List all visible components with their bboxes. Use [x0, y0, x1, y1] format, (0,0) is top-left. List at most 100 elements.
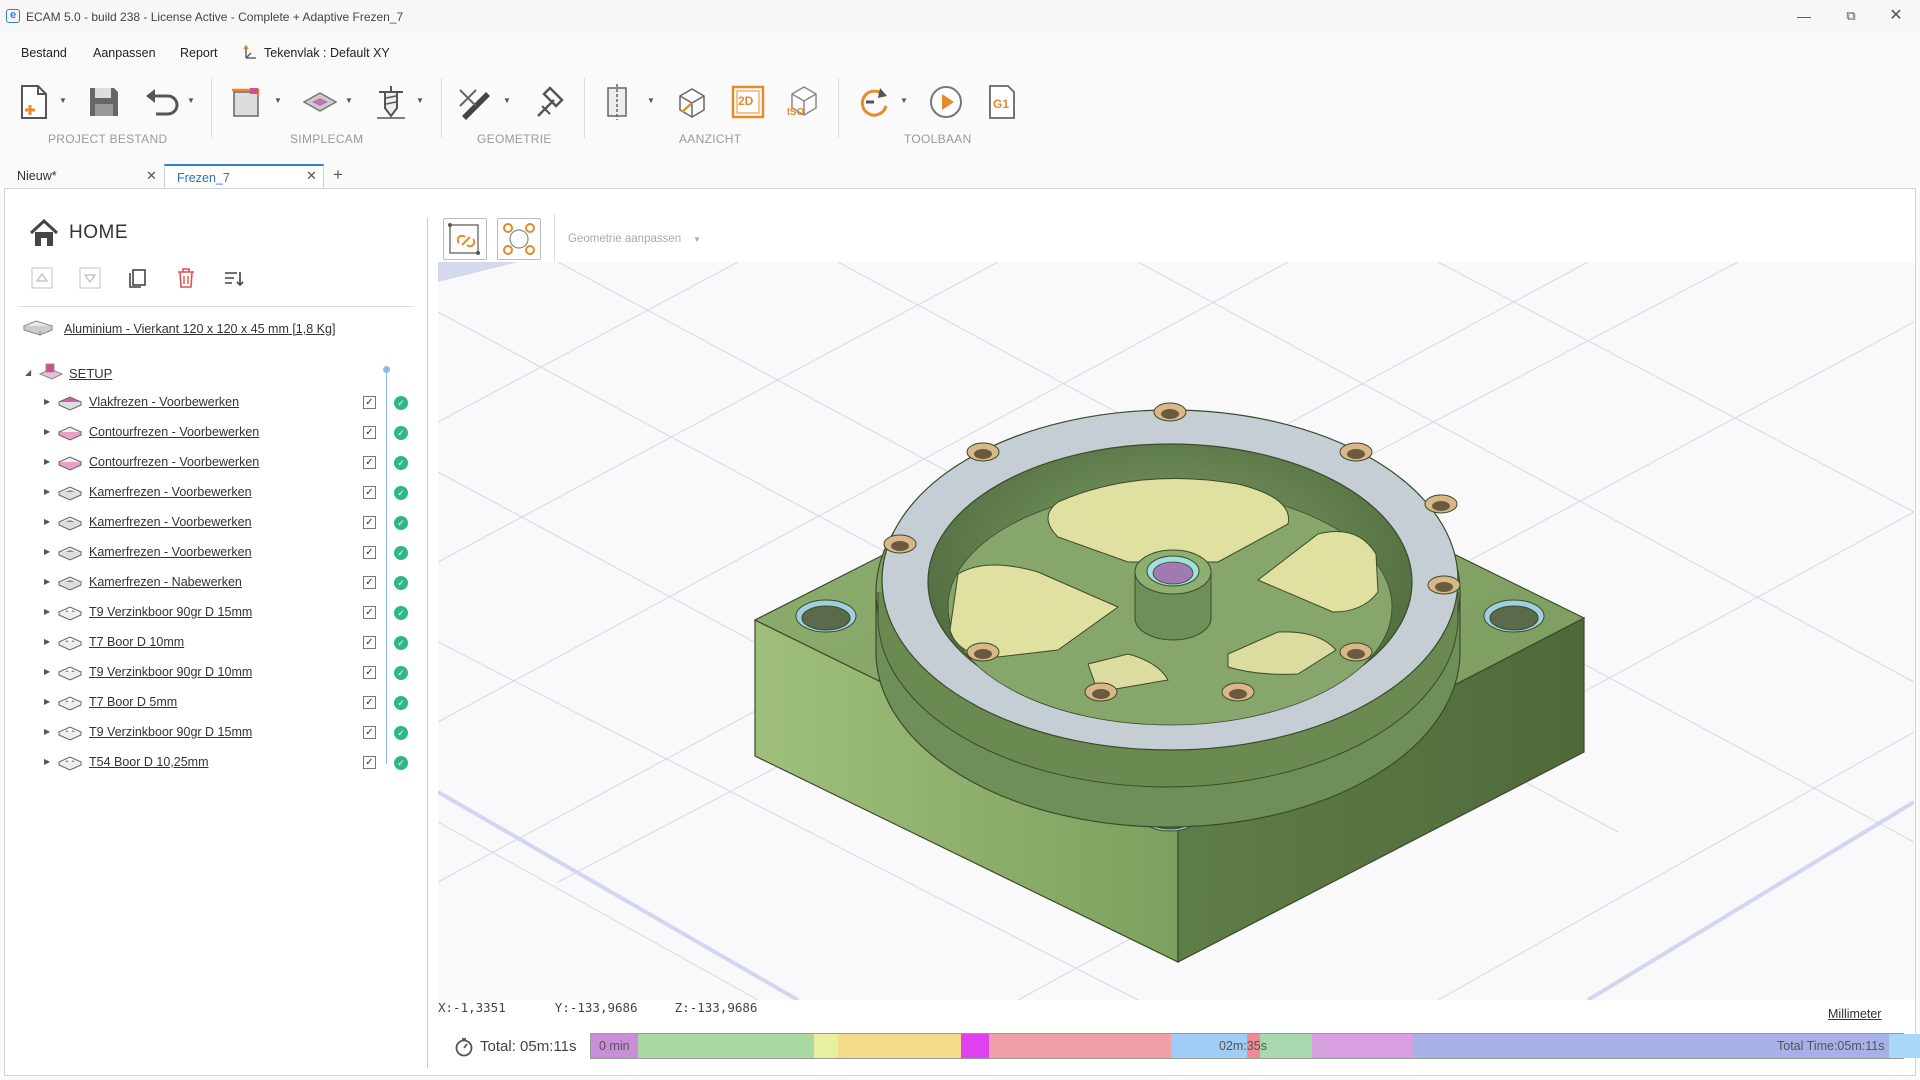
operation-label[interactable]: T54 Boor D 10,25mm: [89, 755, 209, 769]
operation-label[interactable]: Kamerfrezen - Voorbewerken: [89, 515, 252, 529]
tab-frezen-close-icon[interactable]: ✕: [306, 168, 317, 184]
move-up-icon[interactable]: [30, 266, 54, 290]
geometry-edit-dropdown[interactable]: Geometrie aanpassen: [568, 233, 681, 245]
expand-icon[interactable]: ▶: [44, 427, 50, 436]
operation-row[interactable]: ▶ Kamerfrezen - Voorbewerken ✓ ✓: [40, 541, 420, 565]
minimize-icon[interactable]: —: [1784, 6, 1824, 26]
menu-aanpassen[interactable]: Aanpassen: [93, 46, 156, 60]
timeline-segment[interactable]: [838, 1034, 961, 1058]
operation-enabled-checkbox[interactable]: ✓: [363, 546, 376, 559]
save-icon[interactable]: [84, 82, 124, 122]
timeline-segment[interactable]: [638, 1034, 814, 1058]
home-icon[interactable]: [28, 218, 60, 248]
operation-enabled-checkbox[interactable]: ✓: [363, 576, 376, 589]
operation-label[interactable]: T9 Verzinkboor 90gr D 15mm: [89, 725, 252, 739]
operation-timeline[interactable]: 0 min 02m:35s Total Time:05m:11s: [590, 1033, 1920, 1059]
move-down-icon[interactable]: [78, 266, 102, 290]
workplane-selector[interactable]: Tekenvlak : Default XY: [264, 46, 390, 60]
operation-row[interactable]: ▶ T9 Verzinkboor 90gr D 15mm ✓ ✓: [40, 601, 420, 625]
operation-label[interactable]: Kamerfrezen - Voorbewerken: [89, 545, 252, 559]
expand-icon[interactable]: ▶: [44, 577, 50, 586]
expand-icon[interactable]: ▶: [44, 727, 50, 736]
geometry-dropdown-caret-icon[interactable]: ▼: [693, 235, 701, 244]
operation-label[interactable]: T7 Boor D 5mm: [89, 695, 177, 709]
operation-enabled-checkbox[interactable]: ✓: [363, 636, 376, 649]
operation-enabled-checkbox[interactable]: ✓: [363, 726, 376, 739]
operation-label[interactable]: Contourfrezen - Voorbewerken: [89, 455, 259, 469]
operation-row[interactable]: ▶ Kamerfrezen - Voorbewerken ✓ ✓: [40, 481, 420, 505]
operation-row[interactable]: ▶ Contourfrezen - Voorbewerken ✓ ✓: [40, 451, 420, 475]
expand-icon[interactable]: ▶: [44, 637, 50, 646]
operation-row[interactable]: ▶ Vlakfrezen - Voorbewerken ✓ ✓: [40, 391, 420, 415]
view-section-icon[interactable]: [600, 82, 640, 122]
operation-enabled-checkbox[interactable]: ✓: [363, 486, 376, 499]
pocket-dropdown-icon[interactable]: ▼: [345, 96, 353, 105]
expand-icon[interactable]: ▶: [44, 547, 50, 556]
timeline-segment[interactable]: [814, 1034, 838, 1058]
contour-toolpath-icon[interactable]: [228, 82, 268, 122]
expand-icon[interactable]: ▶: [44, 487, 50, 496]
3d-model-render[interactable]: [438, 262, 1914, 1000]
operation-label[interactable]: Vlakfrezen - Voorbewerken: [89, 395, 239, 409]
view-dropdown-icon[interactable]: ▼: [647, 96, 655, 105]
edit-geometry-icon[interactable]: [528, 82, 568, 122]
tab-nieuw-close-icon[interactable]: ✕: [146, 168, 157, 184]
operation-row[interactable]: ▶ Kamerfrezen - Voorbewerken ✓ ✓: [40, 511, 420, 535]
new-file-dropdown-icon[interactable]: ▼: [59, 96, 67, 105]
regenerate-dropdown-icon[interactable]: ▼: [900, 96, 908, 105]
copy-icon[interactable]: [126, 266, 150, 290]
expand-icon[interactable]: ▶: [44, 517, 50, 526]
operation-enabled-checkbox[interactable]: ✓: [363, 426, 376, 439]
operation-label[interactable]: T7 Boor D 10mm: [89, 635, 184, 649]
regenerate-toolpath-icon[interactable]: [854, 82, 894, 122]
operation-enabled-checkbox[interactable]: ✓: [363, 696, 376, 709]
draw-geometry-icon[interactable]: [456, 82, 496, 122]
restore-icon[interactable]: ⧉: [1831, 6, 1871, 26]
operation-row[interactable]: ▶ T7 Boor D 10mm ✓ ✓: [40, 631, 420, 655]
timeline-segment[interactable]: [1260, 1034, 1312, 1058]
delete-icon[interactable]: [174, 266, 198, 290]
menu-report[interactable]: Report: [180, 46, 218, 60]
chain-select-button[interactable]: [443, 218, 487, 260]
close-icon[interactable]: ✕: [1876, 6, 1916, 26]
timeline-segment[interactable]: [961, 1034, 989, 1058]
units-selector[interactable]: Millimeter: [1828, 1007, 1881, 1021]
undo-icon[interactable]: [142, 82, 182, 122]
operation-row[interactable]: ▶ T9 Verzinkboor 90gr D 15mm ✓ ✓: [40, 721, 420, 745]
sort-icon[interactable]: [222, 266, 246, 290]
operation-enabled-checkbox[interactable]: ✓: [363, 396, 376, 409]
operation-label[interactable]: Kamerfrezen - Nabewerken: [89, 575, 242, 589]
expand-icon[interactable]: ▶: [44, 607, 50, 616]
add-tab-button[interactable]: +: [333, 165, 343, 185]
operation-row[interactable]: ▶ Contourfrezen - Voorbewerken ✓ ✓: [40, 421, 420, 445]
pocket-toolpath-icon[interactable]: [300, 82, 340, 122]
tab-frezen-7[interactable]: Frezen_7: [164, 164, 324, 188]
menu-bestand[interactable]: Bestand: [21, 46, 67, 60]
operation-enabled-checkbox[interactable]: ✓: [363, 516, 376, 529]
operation-enabled-checkbox[interactable]: ✓: [363, 756, 376, 769]
expand-icon[interactable]: ▶: [44, 457, 50, 466]
stock-material-link[interactable]: Aluminium - Vierkant 120 x 120 x 45 mm […: [64, 322, 335, 336]
operation-label[interactable]: Contourfrezen - Voorbewerken: [89, 425, 259, 439]
drill-toolpath-icon[interactable]: [371, 82, 411, 122]
operation-row[interactable]: ▶ Kamerfrezen - Nabewerken ✓ ✓: [40, 571, 420, 595]
operation-row[interactable]: ▶ T54 Boor D 10,25mm ✓ ✓: [40, 751, 420, 775]
panel-splitter[interactable]: [427, 218, 428, 1068]
undo-dropdown-icon[interactable]: ▼: [187, 96, 195, 105]
operation-enabled-checkbox[interactable]: ✓: [363, 456, 376, 469]
operation-row[interactable]: ▶ T9 Verzinkboor 90gr D 10mm ✓ ✓: [40, 661, 420, 685]
simulate-play-icon[interactable]: [926, 82, 966, 122]
setup-node[interactable]: SETUP: [69, 366, 112, 381]
operation-row[interactable]: ▶ T7 Boor D 5mm ✓ ✓: [40, 691, 420, 715]
timeline-segment[interactable]: [1312, 1034, 1413, 1058]
tab-nieuw[interactable]: Nieuw*: [0, 164, 162, 188]
operation-label[interactable]: T9 Verzinkboor 90gr D 15mm: [89, 605, 252, 619]
operation-label[interactable]: Kamerfrezen - Voorbewerken: [89, 485, 252, 499]
timeline-segment[interactable]: [989, 1034, 1171, 1058]
view-3d-icon[interactable]: [672, 82, 712, 122]
new-file-icon[interactable]: [14, 82, 54, 122]
expand-icon[interactable]: ▶: [44, 757, 50, 766]
operation-label[interactable]: T9 Verzinkboor 90gr D 10mm: [89, 665, 252, 679]
draw-dropdown-icon[interactable]: ▼: [503, 96, 511, 105]
workplane-axis-icon[interactable]: [242, 44, 258, 60]
